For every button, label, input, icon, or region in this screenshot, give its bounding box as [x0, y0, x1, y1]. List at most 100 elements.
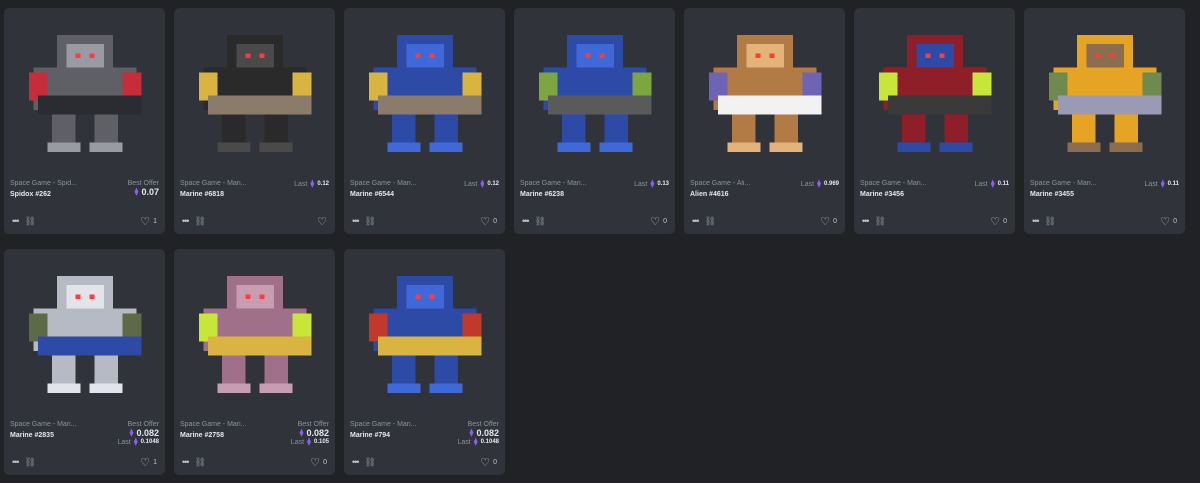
favorite-button[interactable]: ♡ 0 — [480, 215, 497, 228]
item-name: Marine #6544 — [350, 191, 394, 198]
card-footer: ••• ⛓ ♡ 0 — [344, 449, 505, 475]
link-icon[interactable]: ⛓ — [194, 216, 205, 227]
nft-image[interactable] — [174, 249, 335, 415]
link-icon[interactable]: ⛓ — [364, 216, 375, 227]
link-icon[interactable]: ⛓ — [24, 216, 35, 227]
eth-icon: ⧫ — [650, 179, 655, 188]
price-block: Last ⧫ 0.11 — [1144, 180, 1179, 188]
card-info: Space Game - Spid... Spidox #262 Best Of… — [4, 174, 165, 208]
collection-name[interactable]: Space Game - Ali... — [690, 180, 750, 187]
favorite-count: 1 — [153, 217, 157, 225]
favorite-button[interactable]: ♡ 0 — [650, 215, 667, 228]
collection-name[interactable]: Space Game - Mari... — [180, 421, 247, 428]
link-icon[interactable]: ⛓ — [704, 216, 715, 227]
red-helmet-marine-icon — [878, 34, 991, 152]
favorite-button[interactable]: ♡ 1 — [140, 215, 157, 228]
more-options-icon[interactable]: ••• — [352, 216, 360, 226]
blue-marine-sword-icon — [368, 275, 481, 393]
favorite-button[interactable]: ♡ 0 — [480, 456, 497, 469]
link-icon[interactable]: ⛓ — [194, 457, 205, 468]
more-options-icon[interactable]: ••• — [352, 457, 360, 467]
heart-icon: ♡ — [820, 215, 831, 228]
heart-icon: ♡ — [650, 215, 661, 228]
nft-image[interactable] — [1024, 8, 1185, 174]
nft-card[interactable]: Space Game - Mari... Marine #794 Best Of… — [344, 249, 505, 475]
nft-image[interactable] — [4, 8, 165, 174]
nft-image[interactable] — [684, 8, 845, 174]
favorite-count: 0 — [493, 458, 497, 466]
more-options-icon[interactable]: ••• — [1032, 216, 1040, 226]
heart-icon: ♡ — [1160, 215, 1171, 228]
nft-image[interactable] — [854, 8, 1015, 174]
more-options-icon[interactable]: ••• — [692, 216, 700, 226]
collection-name[interactable]: Space Game - Mari... — [860, 180, 927, 187]
price-block: Last ⧫ 0.11 — [974, 180, 1009, 188]
nft-image[interactable] — [174, 8, 335, 174]
price-block: Best Offer ⧫ 0.082 Last ⧫ 0.1048 — [457, 421, 499, 446]
last-label: Last — [457, 438, 471, 446]
eth-icon: ⧫ — [480, 179, 485, 188]
favorite-button[interactable]: ♡ 0 — [1160, 215, 1177, 228]
favorite-count: 0 — [663, 217, 667, 225]
favorite-button[interactable]: ♡ 1 — [140, 456, 157, 469]
favorite-count: 1 — [153, 458, 157, 466]
nft-card[interactable]: Space Game - Mari... Marine #3455 Last ⧫… — [1024, 8, 1185, 234]
link-icon[interactable]: ⛓ — [874, 216, 885, 227]
last-sale: Last ⧫ 0.105 — [291, 438, 329, 446]
last-sale: Last ⧫ 0.1048 — [117, 438, 159, 446]
link-icon[interactable]: ⛓ — [534, 216, 545, 227]
card-info: Space Game - Mari... Marine #794 Best Of… — [344, 415, 505, 449]
card-footer: ••• ⛓ ♡ — [174, 208, 335, 234]
last-sale: Last ⧫ 0.11 — [1144, 180, 1179, 188]
favorite-button[interactable]: ♡ 0 — [310, 456, 327, 469]
collection-name[interactable]: Space Game - Mari... — [10, 421, 77, 428]
more-options-icon[interactable]: ••• — [182, 216, 190, 226]
favorite-button[interactable]: ♡ 0 — [820, 215, 837, 228]
last-label: Last — [117, 438, 131, 446]
collection-name[interactable]: Space Game - Mari... — [350, 180, 417, 187]
item-name: Marine #794 — [350, 432, 391, 439]
blue-marine-bazooka-icon — [538, 34, 651, 152]
nft-card[interactable]: Space Game - Spid... Spidox #262 Best Of… — [4, 8, 165, 234]
collection-name[interactable]: Space Game - Mari... — [520, 180, 587, 187]
collection-name[interactable]: Space Game - Mari... — [1030, 180, 1097, 187]
nft-card[interactable]: Space Game - Mari... Marine #3456 Last ⧫… — [854, 8, 1015, 234]
favorite-button[interactable]: ♡ 0 — [990, 215, 1007, 228]
last-sale: Last ⧫ 0.1048 — [457, 438, 499, 446]
nft-card[interactable]: Space Game - Ali... Alien #4616 Last ⧫ 0… — [684, 8, 845, 234]
nft-image[interactable] — [4, 249, 165, 415]
link-icon[interactable]: ⛓ — [24, 457, 35, 468]
heart-icon: ♡ — [480, 215, 491, 228]
last-sale: Last ⧫ 0.13 — [634, 180, 669, 188]
more-options-icon[interactable]: ••• — [862, 216, 870, 226]
nft-image[interactable] — [344, 249, 505, 415]
collection-name[interactable]: Space Game - Spid... — [10, 180, 77, 187]
eth-icon: ⧫ — [473, 437, 478, 446]
best-offer-label: Best Offer — [467, 421, 499, 428]
nft-card[interactable]: Space Game - Mari... Marine #6544 Last ⧫… — [344, 8, 505, 234]
last-label: Last — [464, 180, 478, 188]
alien-creature-icon — [708, 34, 821, 152]
link-icon[interactable]: ⛓ — [364, 457, 375, 468]
collection-name[interactable]: Space Game - Mari... — [180, 180, 247, 187]
last-value: 0.11 — [997, 181, 1009, 187]
more-options-icon[interactable]: ••• — [522, 216, 530, 226]
card-info: Space Game - Ali... Alien #4616 Last ⧫ 0… — [684, 174, 845, 208]
more-options-icon[interactable]: ••• — [12, 457, 20, 467]
nft-card[interactable]: Space Game - Mari... Marine #2835 Best O… — [4, 249, 165, 475]
nft-card[interactable]: Space Game - Mari... Marine #6818 Last ⧫… — [174, 8, 335, 234]
nft-image[interactable] — [344, 8, 505, 174]
black-marine-icon — [198, 34, 311, 152]
collection-name[interactable]: Space Game - Mari... — [350, 421, 417, 428]
more-options-icon[interactable]: ••• — [12, 216, 20, 226]
favorite-button[interactable]: ♡ — [317, 215, 327, 228]
eth-icon: ⧫ — [817, 179, 821, 188]
more-options-icon[interactable]: ••• — [182, 457, 190, 467]
nft-card[interactable]: Space Game - Mari... Marine #2758 Best O… — [174, 249, 335, 475]
price-block: Last ⧫ 0.13 — [634, 180, 669, 188]
link-icon[interactable]: ⛓ — [1044, 216, 1055, 227]
nft-card[interactable]: Space Game - Mari... Marine #6238 Last ⧫… — [514, 8, 675, 234]
price-block: Best Offer ⧫ 0.07 — [128, 180, 159, 197]
nft-image[interactable] — [514, 8, 675, 174]
best-offer-price: ⧫ 0.082 — [457, 428, 499, 438]
